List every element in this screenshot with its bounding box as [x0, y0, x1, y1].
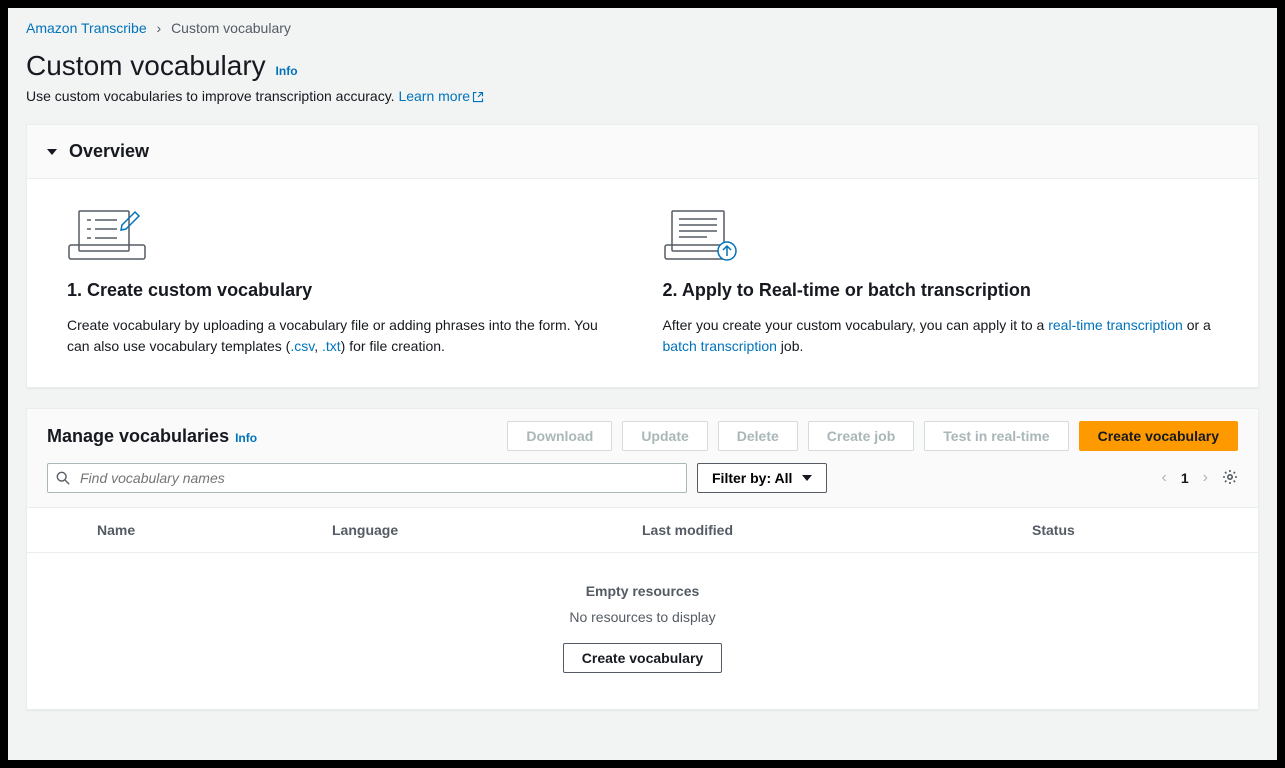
document-edit-icon: [67, 207, 623, 262]
create-vocabulary-button[interactable]: Create vocabulary: [1079, 421, 1238, 451]
gear-icon: [1222, 469, 1238, 485]
breadcrumb-current: Custom vocabulary: [171, 20, 291, 36]
overview-step-2: 2. Apply to Real-time or batch transcrip…: [663, 207, 1219, 357]
page-number: 1: [1181, 470, 1189, 486]
info-link-header[interactable]: Info: [276, 64, 298, 78]
table-header: Name Language Last modified Status: [27, 508, 1258, 553]
learn-more-link[interactable]: Learn more: [398, 88, 484, 104]
empty-subtitle: No resources to display: [27, 609, 1258, 625]
filter-label: Filter by: All: [712, 470, 792, 486]
col-modified[interactable]: Last modified: [642, 522, 1032, 538]
step1-title: 1. Create custom vocabulary: [67, 280, 623, 301]
breadcrumb: Amazon Transcribe › Custom vocabulary: [8, 8, 1277, 40]
download-button[interactable]: Download: [507, 421, 612, 451]
step2-text: After you create your custom vocabulary,…: [663, 315, 1219, 357]
caret-down-icon: [802, 475, 812, 481]
overview-step-1: 1. Create custom vocabulary Create vocab…: [67, 207, 623, 357]
txt-link[interactable]: .txt: [322, 338, 341, 354]
search-icon: [56, 471, 70, 485]
settings-button[interactable]: [1222, 469, 1238, 488]
step1-text: Create vocabulary by uploading a vocabul…: [67, 315, 623, 357]
empty-state: Empty resources No resources to display …: [27, 553, 1258, 709]
external-link-icon: [472, 91, 484, 103]
overview-header[interactable]: Overview: [27, 125, 1258, 179]
info-link-manage[interactable]: Info: [235, 431, 257, 445]
overview-title: Overview: [69, 141, 149, 162]
overview-panel: Overview: [26, 124, 1259, 388]
next-page-button[interactable]: ›: [1203, 469, 1208, 487]
step2-title: 2. Apply to Real-time or batch transcrip…: [663, 280, 1219, 301]
document-upload-icon: [663, 207, 1219, 262]
manage-panel: Manage vocabularies Info Download Update…: [26, 408, 1259, 710]
col-language[interactable]: Language: [332, 522, 642, 538]
realtime-link[interactable]: real-time transcription: [1048, 317, 1183, 333]
col-name[interactable]: Name: [97, 522, 332, 538]
page-header: Custom vocabulary Info Use custom vocabu…: [8, 40, 1277, 124]
breadcrumb-root[interactable]: Amazon Transcribe: [26, 20, 147, 36]
col-status[interactable]: Status: [1032, 522, 1238, 538]
manage-title: Manage vocabularies: [47, 426, 229, 447]
empty-create-button[interactable]: Create vocabulary: [563, 643, 722, 673]
search-wrap: [47, 463, 687, 493]
page-title: Custom vocabulary: [26, 50, 266, 82]
empty-title: Empty resources: [27, 583, 1258, 599]
action-buttons: Download Update Delete Create job Test i…: [507, 421, 1238, 451]
create-job-button[interactable]: Create job: [808, 421, 914, 451]
caret-down-icon: [47, 149, 57, 155]
test-realtime-button[interactable]: Test in real-time: [924, 421, 1068, 451]
desc-text: Use custom vocabularies to improve trans…: [26, 88, 398, 104]
csv-link[interactable]: .csv: [290, 338, 314, 354]
batch-link[interactable]: batch transcription: [663, 338, 777, 354]
filter-dropdown[interactable]: Filter by: All: [697, 463, 827, 493]
update-button[interactable]: Update: [622, 421, 707, 451]
delete-button[interactable]: Delete: [718, 421, 798, 451]
breadcrumb-sep: ›: [157, 20, 162, 36]
page-description: Use custom vocabularies to improve trans…: [26, 88, 1259, 104]
search-input[interactable]: [47, 463, 687, 493]
prev-page-button[interactable]: ‹: [1162, 469, 1167, 487]
pagination: ‹ 1 ›: [1162, 469, 1238, 488]
